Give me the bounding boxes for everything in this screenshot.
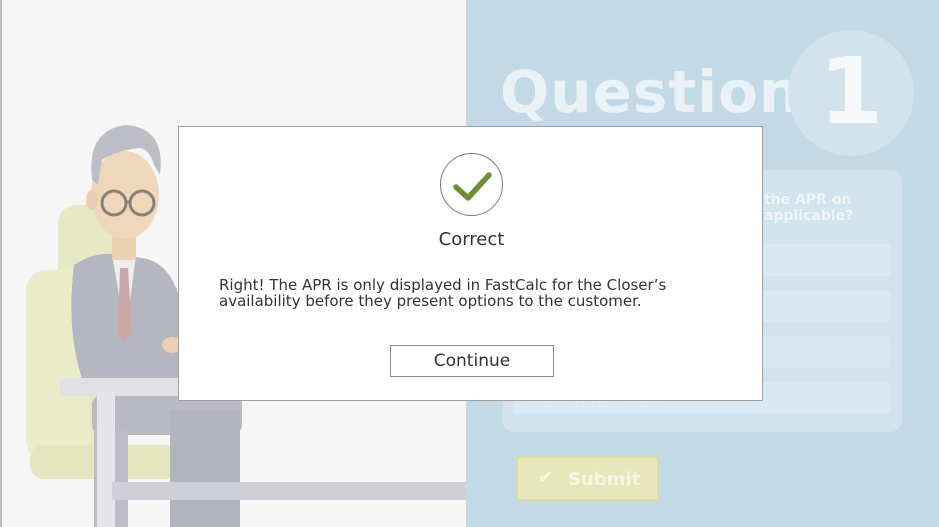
question-number-badge: 1 xyxy=(788,30,914,156)
check-icon xyxy=(440,153,503,216)
lesson-screen: Question 1 the APR on applicable? Email … xyxy=(0,0,939,527)
check-icon: ✔ xyxy=(538,467,554,488)
question-number: 1 xyxy=(818,38,883,145)
continue-button[interactable]: Continue xyxy=(390,345,554,377)
question-heading: Question xyxy=(500,58,802,126)
submit-button[interactable]: ✔ Submit xyxy=(516,456,659,501)
feedback-dialog: Correct Right! The APR is only displayed… xyxy=(178,126,763,401)
feedback-message: Right! The APR is only displayed in Fast… xyxy=(219,276,667,310)
submit-label: Submit xyxy=(568,469,641,490)
question-text: the APR on applicable? xyxy=(764,192,854,224)
feedback-title: Correct xyxy=(438,229,505,250)
